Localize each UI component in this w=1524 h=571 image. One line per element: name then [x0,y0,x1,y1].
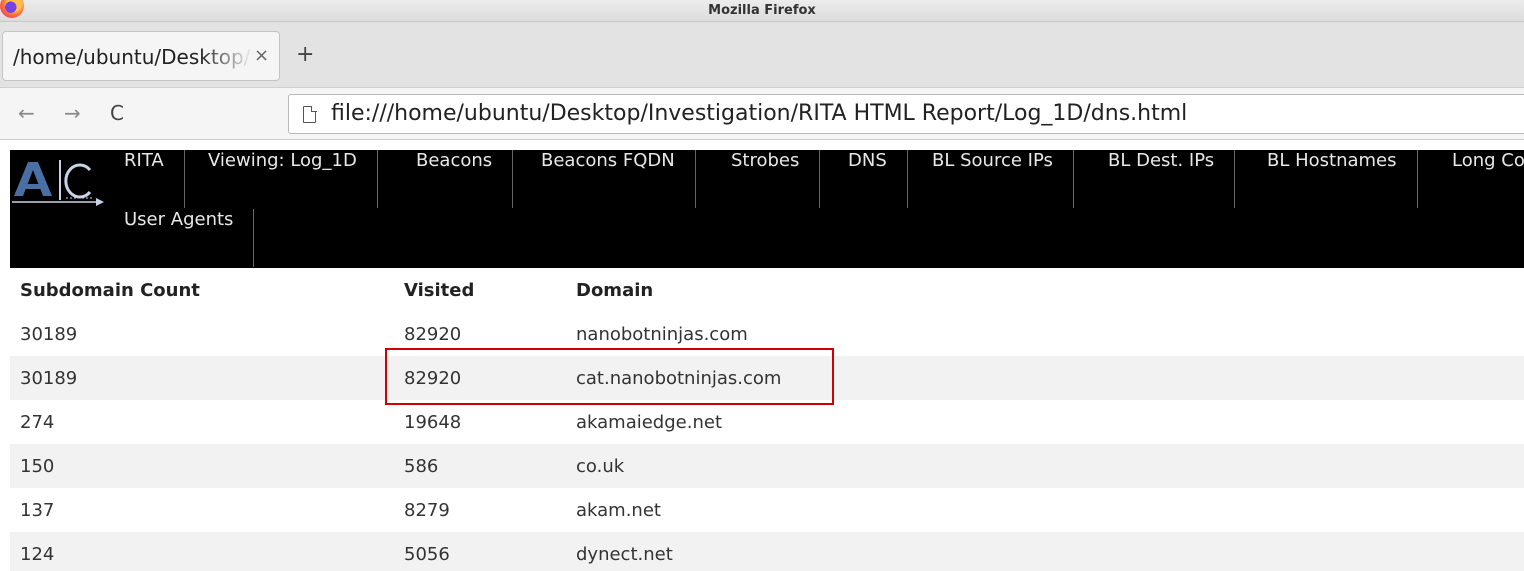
nav-bl-source-ips[interactable]: BL Source IPs [912,150,1074,208]
table-row: 274 19648 akamaiedge.net [10,400,1524,444]
cell-visited: 82920 [404,323,462,345]
nav-viewing-log[interactable]: Viewing: Log_1D [188,150,378,208]
window-title-bar: Mozilla Firefox [0,0,1524,22]
column-header-domain: Domain [576,279,654,301]
reload-icon[interactable]: C [110,101,124,125]
nav-bl-hostnames[interactable]: BL Hostnames [1247,150,1418,208]
cell-subdomain-count: 124 [10,532,394,571]
nav-long-connections[interactable]: Long Connections [1432,150,1524,208]
cell-domain: akam.net [576,499,661,521]
table-row: 30189 82920 cat.nanobotninjas.com [10,356,1524,400]
nav-rita[interactable]: RITA [104,150,185,208]
site-nav: RITA Viewing: Log_1D Beacons Beacons FQD… [10,150,1524,268]
nav-beacons[interactable]: Beacons [396,150,514,208]
dns-table: Subdomain Count Visited Domain 30189 829… [10,268,1524,571]
column-header-subdomain-count: Subdomain Count [20,279,200,301]
cell-subdomain-count: 30189 [20,323,78,345]
forward-arrow-icon[interactable]: → [64,101,81,125]
cell-visited: 586 [394,444,566,488]
close-tab-icon[interactable]: × [254,45,269,66]
table-row: 30189 82920 nanobotninjas.com [10,312,1524,356]
cell-visited: 19648 [404,411,462,433]
cell-domain: nanobotninjas.com [576,323,748,345]
url-text[interactable]: file:///home/ubuntu/Desktop/Investigatio… [331,101,1187,126]
column-header-visited: Visited [404,279,475,301]
back-arrow-icon[interactable]: ← [18,101,35,125]
tab-title: /home/ubuntu/Desktop/Investigation [13,45,253,69]
rita-ac-logo-icon[interactable] [10,156,106,206]
table-row: 124 5056 dynect.net [10,532,1524,571]
window-title: Mozilla Firefox [708,3,816,18]
tab-strip: /home/ubuntu/Desktop/Investigation × + [0,22,1524,88]
cell-domain: co.uk [566,444,1524,488]
cell-domain: cat.nanobotninjas.com [566,356,1524,400]
cell-subdomain-count: 137 [20,499,55,521]
nav-strobes[interactable]: Strobes [711,150,821,208]
nav-beacons-fqdn[interactable]: Beacons FQDN [521,150,696,208]
nav-bl-dest-ips[interactable]: BL Dest. IPs [1088,150,1236,208]
navigation-bar: ← → C file:///home/ubuntu/Desktop/Invest… [0,88,1524,140]
new-tab-button[interactable]: + [296,42,314,67]
cell-visited: 5056 [394,532,566,571]
cell-domain: akamaiedge.net [576,411,722,433]
table-header-row: Subdomain Count Visited Domain [10,268,1524,312]
cell-subdomain-count: 30189 [10,356,394,400]
table-row: 137 8279 akam.net [10,488,1524,532]
table-row: 150 586 co.uk [10,444,1524,488]
nav-user-agents[interactable]: User Agents [104,209,255,267]
browser-tab[interactable]: /home/ubuntu/Desktop/Investigation × [2,31,280,81]
nav-dns[interactable]: DNS [828,150,908,208]
cell-visited: 8279 [404,499,450,521]
url-bar[interactable]: file:///home/ubuntu/Desktop/Investigatio… [288,94,1524,134]
cell-visited: 82920 [394,356,566,400]
cell-domain: dynect.net [566,532,1524,571]
page-icon [303,105,317,123]
cell-subdomain-count: 150 [10,444,394,488]
cell-subdomain-count: 274 [20,411,55,433]
